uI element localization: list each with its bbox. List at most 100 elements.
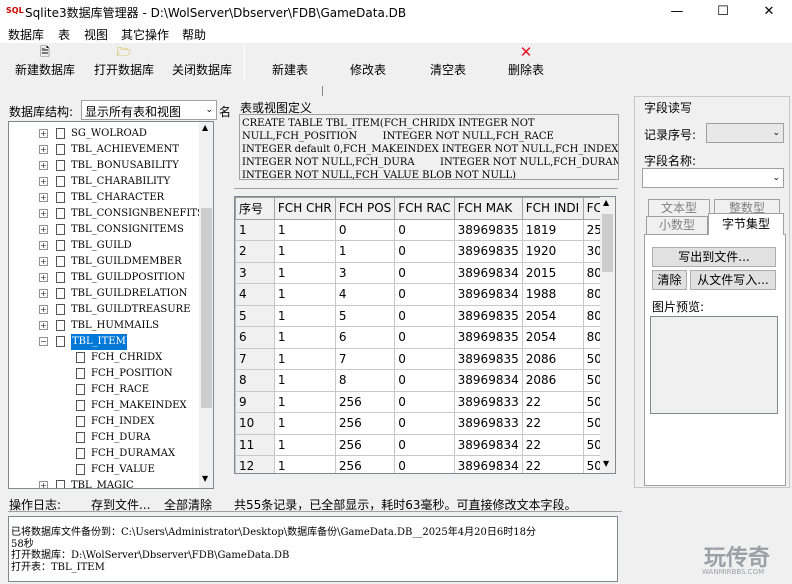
tree-node-table[interactable]: + TBL_GUILDPOSITION (9, 270, 197, 286)
table-cell[interactable]: 38969835 (453, 347, 523, 370)
expand-icon[interactable]: + (39, 481, 48, 488)
tab-bytes[interactable]: 字节集型 (708, 213, 784, 235)
new-table-button[interactable]: 新建表 (262, 43, 318, 81)
menu-view[interactable]: 视图 (84, 26, 108, 43)
table-row[interactable]: 2 1 1 0 38969835 1920 300 (235, 240, 615, 263)
table-cell[interactable]: 1 (273, 240, 336, 263)
table-cell[interactable]: 4 (334, 283, 396, 306)
data-grid[interactable]: 序号 FCH CHR FCH POS FCH RAC FCH MAK FCH INDI FC… (234, 196, 616, 474)
table-row[interactable]: 4 1 4 0 38969834 1988 800 (235, 283, 615, 306)
expand-icon[interactable]: + (39, 129, 48, 138)
table-cell[interactable]: 38969834 (453, 261, 523, 284)
modify-table-button[interactable]: 修改表 (340, 43, 396, 81)
tab-text[interactable]: 文本型 (648, 199, 710, 216)
table-row[interactable]: 5 1 5 0 38969835 2054 800 (235, 304, 615, 327)
write-to-file-button[interactable]: 写出到文件... (652, 247, 776, 267)
field-name-select[interactable]: ⌄ (642, 168, 784, 188)
tree-node-field[interactable]: FCH_VALUE (9, 462, 197, 478)
tree-node-table[interactable]: + TBL_BONUSABILITY (9, 158, 197, 174)
expand-icon[interactable]: + (39, 177, 48, 186)
tree-node-field[interactable]: FCH_CHRIDX (9, 350, 197, 366)
table-cell[interactable]: 38969835 (453, 304, 523, 327)
table-cell[interactable]: 22 (521, 390, 584, 413)
table-row[interactable]: 11 1 256 0 38969834 22 50 (235, 433, 615, 456)
tree-node-field[interactable]: FCH_POSITION (9, 366, 197, 382)
table-cell[interactable]: 0 (394, 369, 455, 392)
tree-node-field[interactable]: FCH_RACE (9, 382, 197, 398)
table-cell[interactable]: 22 (521, 433, 584, 456)
close-button[interactable]: ✕ (746, 0, 792, 23)
clear-field-button[interactable]: 清除 (652, 270, 687, 290)
table-cell[interactable]: 38969834 (453, 369, 523, 392)
menu-help[interactable]: 帮助 (182, 26, 206, 43)
expand-icon[interactable]: + (39, 257, 48, 266)
table-cell[interactable]: 1 (334, 240, 396, 263)
table-cell[interactable]: 38969834 (453, 455, 523, 473)
column-header[interactable]: 序号 (235, 197, 275, 220)
table-cell[interactable]: 5 (334, 304, 396, 327)
tree-node-table[interactable]: + TBL_GUILDRELATION (9, 286, 197, 302)
open-database-button[interactable]: 🗁 打开数据库 (90, 43, 158, 81)
new-database-button[interactable]: 🗎 新建数据库 (10, 43, 80, 81)
close-database-button[interactable]: 关闭数据库 (168, 43, 236, 81)
table-cell[interactable]: 0 (394, 455, 455, 473)
filter-select[interactable]: 显示所有表和视图 ⌄ (81, 100, 217, 120)
scroll-down-icon[interactable]: ▼ (603, 459, 609, 468)
table-cell[interactable]: 2086 (521, 347, 584, 370)
menu-table[interactable]: 表 (58, 26, 70, 43)
table-cell[interactable]: 6 (334, 326, 396, 349)
tree-node-table[interactable]: + TBL_CHARABILITY (9, 174, 197, 190)
table-cell[interactable]: 38969833 (453, 412, 523, 435)
table-cell[interactable]: 38969835 (453, 240, 523, 263)
expand-icon[interactable]: + (39, 321, 48, 330)
table-row[interactable]: 9 1 256 0 38969833 22 50 (235, 390, 615, 413)
tree-node-table[interactable]: − TBL_ITEM (9, 334, 197, 350)
scroll-down-icon[interactable]: ▼ (202, 474, 208, 483)
table-cell[interactable]: 1 (273, 369, 336, 392)
table-cell[interactable]: 256 (334, 455, 396, 473)
table-cell[interactable]: 1 (273, 326, 336, 349)
table-row[interactable]: 10 1 256 0 38969833 22 50 (235, 412, 615, 435)
tree-node-table[interactable]: + TBL_GUILDMEMBER (9, 254, 197, 270)
table-cell[interactable]: 7 (334, 347, 396, 370)
tree-scrollbar[interactable]: ▲ ▼ (199, 122, 213, 488)
tree-scroll-thumb[interactable] (201, 208, 212, 408)
table-row[interactable]: 8 1 8 0 38969834 2086 500 (235, 369, 615, 392)
grid-scrollbar[interactable]: ▲ ▼ (600, 197, 615, 473)
write-from-file-button[interactable]: 从文件写入... (690, 270, 776, 290)
tree-node-field[interactable]: FCH_INDEX (9, 414, 197, 430)
expand-icon[interactable]: + (39, 161, 48, 170)
expand-icon[interactable]: + (39, 305, 48, 314)
expand-icon[interactable]: + (39, 225, 48, 234)
table-cell[interactable]: 0 (394, 390, 455, 413)
collapse-icon[interactable]: − (39, 337, 48, 346)
table-cell[interactable]: 1 (273, 412, 336, 435)
tree-node-table[interactable]: + SG_WOLROAD (9, 126, 197, 142)
table-cell[interactable]: 1 (273, 455, 336, 473)
menu-database[interactable]: 数据库 (8, 26, 44, 43)
table-cell[interactable]: 1 (273, 261, 336, 284)
tab-decimal[interactable]: 小数型 (646, 216, 708, 234)
table-cell[interactable]: 1 (273, 433, 336, 456)
maximize-button[interactable]: ☐ (700, 0, 746, 23)
tree-node-table[interactable]: + TBL_HUMMAILS (9, 318, 197, 334)
table-row[interactable]: 3 1 3 0 38969834 2015 800 (235, 261, 615, 284)
table-cell[interactable]: 0 (394, 347, 455, 370)
table-cell[interactable]: 256 (334, 433, 396, 456)
tree-node-table[interactable]: + TBL_CONSIGNBENEFITS (9, 206, 204, 222)
tree-node-table[interactable]: + TBL_MAGIC (9, 478, 197, 488)
table-cell[interactable]: 0 (394, 412, 455, 435)
table-row[interactable]: 12 1 256 0 38969834 22 50 (235, 455, 615, 473)
table-cell[interactable]: 38969833 (453, 390, 523, 413)
table-cell[interactable]: 1 (273, 347, 336, 370)
table-cell[interactable]: 22 (521, 455, 584, 473)
tree-node-field[interactable]: FCH_DURA (9, 430, 197, 446)
scroll-up-icon[interactable]: ▲ (202, 123, 208, 132)
scroll-up-icon[interactable]: ▲ (603, 198, 609, 207)
table-cell[interactable]: 1988 (521, 283, 584, 306)
ddl-textbox[interactable]: CREATE TABLE TBL_ITEM(FCH_CHRIDX INTEGER… (239, 114, 619, 180)
table-cell[interactable]: 0 (394, 261, 455, 284)
record-no-select[interactable]: ⌄ (706, 123, 784, 143)
table-cell[interactable]: 1 (273, 283, 336, 306)
table-cell[interactable]: 1920 (521, 240, 584, 263)
